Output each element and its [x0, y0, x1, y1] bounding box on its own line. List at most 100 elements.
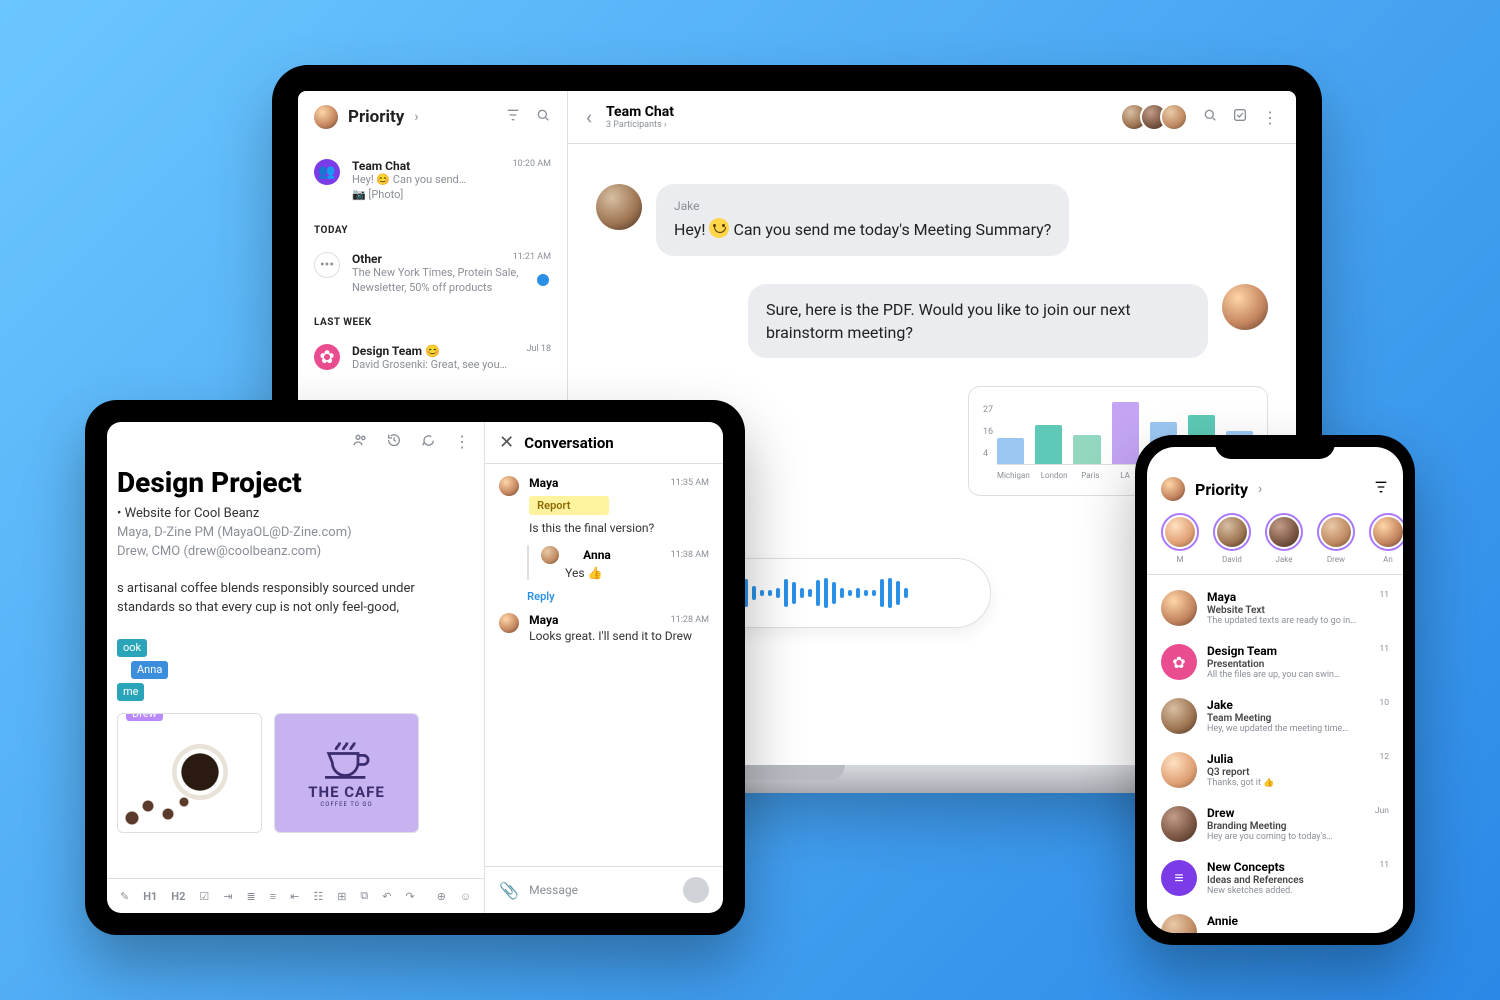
mention-tag[interactable]: ook [117, 639, 147, 657]
brush-icon[interactable]: ✎ [117, 888, 132, 905]
avatar [1161, 806, 1197, 842]
mention-tag[interactable]: Drew [126, 713, 163, 721]
message-input[interactable]: Message [529, 883, 578, 897]
avatar [1161, 590, 1197, 626]
thread-sender: Maya [529, 613, 558, 627]
search-icon[interactable] [1202, 107, 1218, 127]
redo-icon[interactable]: ↷ [403, 888, 418, 905]
thread-reply[interactable]: Anna11:38 AM Yes 👍 [527, 545, 709, 580]
thread-message[interactable]: Maya11:28 AM Looks great. I'll send it t… [499, 613, 709, 643]
emoji-button[interactable]: ☺ [457, 888, 474, 905]
conv-time: 11:21 AM [513, 252, 551, 262]
waveform-icon [720, 578, 908, 608]
conv-subtitle: Hey! 😊 Can you send… [352, 173, 551, 188]
gear-icon: ✿ [1161, 644, 1197, 680]
avatar [1161, 752, 1197, 788]
y-tick: 27 [983, 399, 993, 421]
filter-icon[interactable] [505, 107, 521, 127]
more-icon: ••• [314, 252, 340, 278]
item-subject: Branding Meeting [1207, 821, 1361, 832]
favorite-contact[interactable]: David [1213, 513, 1251, 564]
unread-badge [537, 274, 549, 286]
send-button[interactable] [683, 877, 709, 903]
doc-line: Drew, CMO (drew@coolbeanz.com) [117, 543, 474, 562]
chevron-right-icon[interactable]: › [1258, 481, 1262, 497]
phone-list-item[interactable]: DrewBranding MeetingHey are you coming t… [1147, 797, 1403, 851]
user-avatar[interactable] [314, 105, 338, 129]
avatar [1161, 698, 1197, 734]
calendar-icon[interactable]: ☷ [310, 888, 326, 905]
participant-avatars[interactable] [1128, 103, 1188, 131]
code-icon[interactable]: ⧉ [357, 887, 371, 905]
reply-link[interactable]: Reply [527, 590, 709, 603]
doc-line: s artisanal coffee blends responsibly so… [117, 580, 474, 599]
phone-list-item[interactable]: MayaWebsite TextThe updated texts are re… [1147, 581, 1403, 635]
list-ul-icon[interactable]: ≣ [243, 888, 258, 905]
file-chip[interactable]: Report [529, 496, 609, 515]
conversation-item[interactable]: ✿ Design Team 😊 David Grosenki: Great, s… [314, 336, 551, 381]
x-label: Michigan [997, 471, 1030, 489]
document-header-tools: ⋮ [107, 422, 484, 462]
thread-message[interactable]: Maya11:35 AM Report Is this the final ve… [499, 476, 709, 535]
add-button[interactable]: ⊕ [434, 888, 449, 905]
more-icon[interactable]: ⋮ [1262, 108, 1278, 127]
attachment-photo[interactable]: Drew [117, 713, 262, 833]
item-snippet: All the files are up, you can swin… [1207, 670, 1365, 680]
favorite-contact[interactable]: Jake [1265, 513, 1303, 564]
phone-list-item[interactable]: ✿Design TeamPresentationAll the files ar… [1147, 635, 1403, 689]
conv-subtitle: David Grosenki: Great, see you… [352, 358, 551, 373]
search-icon[interactable] [535, 107, 551, 127]
phone-list-item[interactable]: JuliaQ3 reportThanks, got it 👍12 [1147, 743, 1403, 797]
phone-list-item[interactable]: ≡New ConceptsIdeas and ReferencesNew ske… [1147, 851, 1403, 905]
attach-icon[interactable]: 📎 [499, 881, 519, 900]
message-incoming[interactable]: Jake Hey! Can you send me today's Meetin… [596, 184, 1116, 256]
indent-icon[interactable]: ⇥ [220, 888, 235, 905]
favorite-contact[interactable]: Drew [1317, 513, 1355, 564]
item-name: Julia [1207, 752, 1365, 766]
people-icon[interactable] [352, 432, 368, 452]
thread-body: Looks great. I'll send it to Drew [529, 629, 709, 643]
sidebar-heading: Priority [348, 107, 404, 127]
cafe-logo-name: THE CAFE [308, 783, 385, 801]
checkbox-icon[interactable]: ☑ [196, 888, 212, 905]
document-body[interactable]: • Website for Cool Beanz Maya, D-Zine PM… [107, 505, 484, 703]
doc-line: standards so that every cup is not only … [117, 599, 474, 618]
message-outgoing[interactable]: Sure, here is the PDF. Would you like to… [748, 284, 1268, 358]
favorite-contact[interactable]: M [1161, 513, 1199, 564]
favorite-contact[interactable]: An [1369, 513, 1403, 564]
conv-meta: 📷 [Photo] [352, 188, 551, 203]
mention-tag[interactable]: Anna [131, 661, 168, 679]
undo-icon[interactable]: ↶ [379, 888, 394, 905]
table-icon[interactable]: ⊞ [334, 888, 349, 905]
chat-participants[interactable]: 3 Participants › [606, 120, 674, 130]
outdent-icon[interactable]: ⇤ [287, 888, 302, 905]
filter-icon[interactable] [1373, 479, 1389, 499]
chat-title: Team Chat [606, 104, 674, 120]
item-snippet: Hey are you coming to today's… [1207, 832, 1361, 842]
mention-tag[interactable]: me [117, 683, 144, 701]
history-icon[interactable] [386, 432, 402, 452]
checklist-icon[interactable] [1232, 107, 1248, 127]
group-icon: 👥 [314, 159, 340, 185]
phone-list-item[interactable]: Annie [1147, 905, 1403, 933]
document-title: Design Project [107, 462, 484, 505]
list-ol-icon[interactable]: ≡ [267, 888, 279, 905]
more-icon[interactable]: ⋮ [454, 432, 470, 452]
close-icon[interactable]: ✕ [499, 432, 514, 453]
phone-list-item[interactable]: JakeTeam MeetingHey, we updated the meet… [1147, 689, 1403, 743]
item-name: Annie [1207, 914, 1375, 928]
thread-sender: Maya [529, 476, 558, 490]
conversation-item[interactable]: ••• Other The New York Times, Protein Sa… [314, 244, 551, 304]
h1-button[interactable]: H1 [140, 888, 160, 905]
attachment-logo[interactable]: THE CAFE COFFEE TO GO [274, 713, 419, 833]
chat-icon[interactable] [420, 432, 436, 452]
h2-button[interactable]: H2 [168, 888, 188, 905]
message-text: Hey! Can you send me today's Meeting Sum… [674, 220, 1051, 239]
phone-notch [1215, 435, 1335, 459]
back-button[interactable]: ‹ [586, 105, 592, 129]
item-subject: Q3 report [1207, 767, 1365, 778]
item-time: 10 [1379, 698, 1389, 734]
user-avatar[interactable] [1161, 477, 1185, 501]
conversation-item[interactable]: 👥 Team Chat Hey! 😊 Can you send… 📷 [Phot… [314, 151, 551, 211]
chevron-right-icon[interactable]: › [414, 109, 418, 125]
